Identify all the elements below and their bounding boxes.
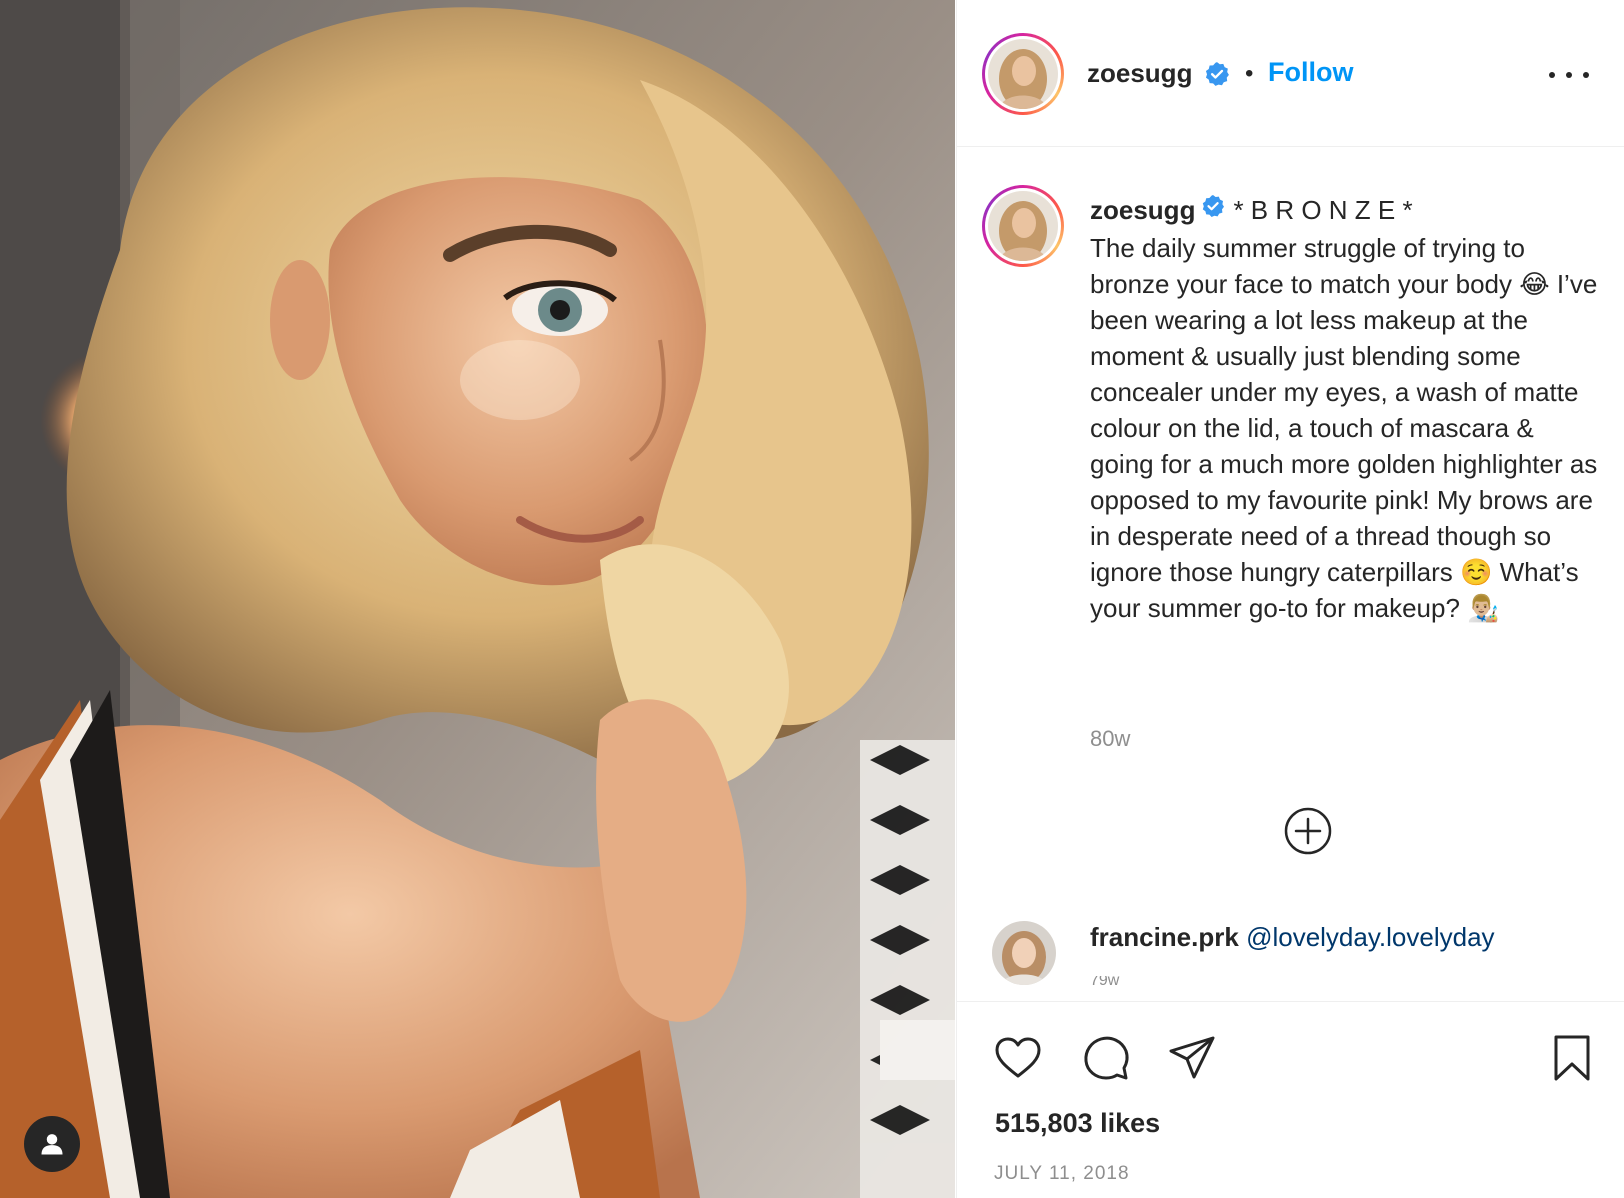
comment: francine.prk @lovelyday.lovelyday bbox=[1090, 922, 1495, 953]
caption-username[interactable]: zoesugg bbox=[1090, 195, 1195, 225]
likes-count[interactable]: 515,803 likes bbox=[995, 1108, 1160, 1139]
instagram-post: zoesugg • Follow zoesugg * B R O N Z E *… bbox=[0, 0, 1624, 1198]
verified-badge-icon bbox=[1204, 61, 1230, 92]
comment-avatar[interactable] bbox=[992, 921, 1056, 985]
caption-text: * B R O N Z E * The daily summer struggl… bbox=[1090, 195, 1598, 624]
caption-avatar[interactable] bbox=[982, 185, 1064, 267]
post-date[interactable]: JULY 11, 2018 bbox=[994, 1163, 1130, 1185]
follow-button[interactable]: Follow bbox=[1268, 57, 1353, 88]
post-caption: zoesugg * B R O N Z E * The daily summer… bbox=[1090, 192, 1600, 626]
caption-timestamp[interactable]: 80w bbox=[1090, 726, 1130, 752]
selfie-image bbox=[0, 0, 955, 1198]
divider bbox=[957, 1001, 1624, 1002]
user-tag-icon[interactable] bbox=[24, 1116, 80, 1172]
load-more-comments-icon[interactable] bbox=[1283, 806, 1333, 856]
separator-dot: • bbox=[1245, 60, 1254, 87]
comment-mention[interactable]: @lovelyday.lovelyday bbox=[1246, 922, 1494, 952]
comment-username[interactable]: francine.prk bbox=[1090, 922, 1239, 952]
paper-plane-icon[interactable] bbox=[1167, 1033, 1217, 1083]
avatar[interactable] bbox=[982, 33, 1064, 115]
comment-timestamp[interactable]: 79w bbox=[1090, 976, 1120, 986]
post-details-panel: zoesugg • Follow zoesugg * B R O N Z E *… bbox=[956, 0, 1624, 1198]
more-options-icon[interactable] bbox=[1549, 60, 1589, 90]
author-username[interactable]: zoesugg bbox=[1087, 58, 1192, 89]
post-photo[interactable] bbox=[0, 0, 955, 1198]
verified-badge-icon bbox=[1201, 191, 1225, 227]
bookmark-icon[interactable] bbox=[1547, 1033, 1597, 1083]
comment-bubble-icon[interactable] bbox=[1081, 1033, 1131, 1083]
post-header: zoesugg • Follow bbox=[957, 0, 1624, 147]
heart-icon[interactable] bbox=[993, 1033, 1043, 1083]
